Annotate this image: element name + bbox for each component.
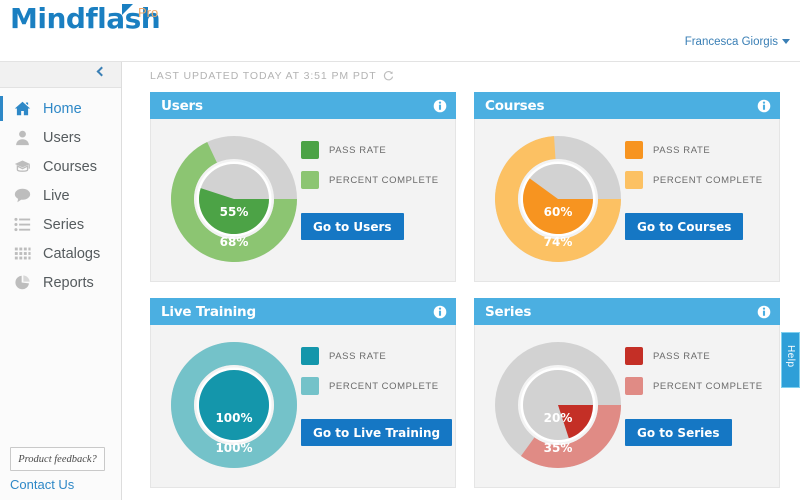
sidebar-item-users[interactable]: Users	[0, 123, 121, 152]
sidebar-item-series[interactable]: Series	[0, 210, 121, 239]
legend-label: PASS RATE	[653, 144, 711, 156]
info-icon[interactable]	[757, 305, 771, 319]
dashboard-card: Courses 60% 74% PASS RATE PERCENT COMPLE…	[474, 92, 780, 282]
user-icon	[14, 129, 31, 146]
card-title: Series	[485, 303, 532, 320]
card-action-button[interactable]: Go to Live Training	[301, 419, 453, 446]
legend-item-pass-rate: PASS RATE	[625, 141, 763, 159]
sidebar-item-label: Series	[43, 216, 85, 233]
card-action-button[interactable]: Go to Users	[301, 213, 404, 240]
main-content: LAST UPDATED TODAY AT 3:51 PM PDT Users	[123, 62, 800, 500]
info-icon[interactable]	[433, 99, 447, 113]
card-body: 55% 68% PASS RATE PERCENT COMPLETE Go to…	[150, 119, 456, 282]
last-updated-status: LAST UPDATED TODAY AT 3:51 PM PDT	[150, 70, 394, 82]
sidebar-collapse-button[interactable]	[0, 62, 121, 88]
card-body: 20% 35% PASS RATE PERCENT COMPLETE Go to…	[474, 325, 780, 488]
home-icon	[14, 100, 31, 117]
sidebar-item-live[interactable]: Live	[0, 181, 121, 210]
sidebar-item-home[interactable]: Home	[0, 94, 121, 123]
legend-item-percent-complete: PERCENT COMPLETE	[301, 171, 439, 189]
legend-item-pass-rate: PASS RATE	[625, 347, 763, 365]
legend-swatch	[301, 377, 319, 395]
legend-item-percent-complete: PERCENT COMPLETE	[625, 171, 763, 189]
legend-label: PERCENT COMPLETE	[329, 380, 439, 392]
list-icon	[14, 216, 31, 233]
dashboard-card: Live Training 100% 100% PASS RATE PERCEN…	[150, 298, 456, 488]
sidebar: Home Users Courses Live Series Catalogs …	[0, 62, 122, 500]
legend-swatch	[301, 347, 319, 365]
sidebar-item-label: Users	[43, 129, 81, 146]
sidebar-item-label: Catalogs	[43, 245, 101, 262]
sidebar-nav: Home Users Courses Live Series Catalogs …	[0, 88, 121, 297]
card-header: Users	[150, 92, 456, 119]
sidebar-item-label: Reports	[43, 274, 94, 291]
chart-legend: PASS RATE PERCENT COMPLETE	[625, 347, 763, 407]
refresh-icon[interactable]	[383, 70, 394, 81]
legend-swatch	[625, 141, 643, 159]
info-icon[interactable]	[433, 305, 447, 319]
last-updated-text: LAST UPDATED TODAY AT 3:51 PM PDT	[150, 70, 377, 82]
graduation-cap-icon	[14, 158, 31, 175]
help-tab[interactable]: Help	[781, 332, 800, 388]
sidebar-item-reports[interactable]: Reports	[0, 268, 121, 297]
card-body: 60% 74% PASS RATE PERCENT COMPLETE Go to…	[474, 119, 780, 282]
card-header: Live Training	[150, 298, 456, 325]
legend-swatch	[625, 377, 643, 395]
user-menu[interactable]: Francesca Giorgis	[685, 36, 790, 48]
chevron-down-icon	[782, 39, 790, 45]
card-action-button[interactable]: Go to Series	[625, 419, 732, 446]
legend-item-pass-rate: PASS RATE	[301, 347, 439, 365]
card-action-button[interactable]: Go to Courses	[625, 213, 744, 240]
legend-swatch	[625, 171, 643, 189]
legend-item-pass-rate: PASS RATE	[301, 141, 439, 159]
dashboard-card: Series 20% 35% PASS RATE PERCENT COMPLET…	[474, 298, 780, 488]
sidebar-item-label: Home	[43, 100, 82, 117]
sidebar-item-courses[interactable]: Courses	[0, 152, 121, 181]
legend-item-percent-complete: PERCENT COMPLETE	[301, 377, 439, 395]
legend-swatch	[301, 141, 319, 159]
card-title: Users	[161, 97, 203, 114]
legend-label: PASS RATE	[653, 350, 711, 362]
card-header: Courses	[474, 92, 780, 119]
user-menu-label: Francesca Giorgis	[684, 36, 778, 48]
legend-item-percent-complete: PERCENT COMPLETE	[625, 377, 763, 395]
card-header: Series	[474, 298, 780, 325]
legend-label: PERCENT COMPLETE	[329, 174, 439, 186]
donut-chart: 20% 35%	[491, 335, 631, 482]
pie-chart-icon	[14, 274, 31, 291]
card-title: Courses	[485, 97, 545, 114]
logo-pro-badge: Pro	[138, 5, 159, 20]
contact-us-link[interactable]: Contact Us	[10, 477, 74, 492]
top-bar: Mindflash Pro Francesca Giorgis	[0, 0, 800, 62]
legend-label: PERCENT COMPLETE	[653, 174, 763, 186]
sidebar-item-catalogs[interactable]: Catalogs	[0, 239, 121, 268]
card-title: Live Training	[161, 303, 256, 320]
legend-label: PASS RATE	[329, 350, 387, 362]
chart-legend: PASS RATE PERCENT COMPLETE	[301, 141, 439, 201]
info-icon[interactable]	[757, 99, 771, 113]
chart-legend: PASS RATE PERCENT COMPLETE	[301, 347, 439, 407]
chart-legend: PASS RATE PERCENT COMPLETE	[625, 141, 763, 201]
chevron-left-icon	[96, 66, 107, 77]
legend-swatch	[301, 171, 319, 189]
legend-label: PERCENT COMPLETE	[653, 380, 763, 392]
sidebar-item-label: Courses	[43, 158, 97, 175]
help-tab-label: Help	[785, 345, 796, 368]
legend-swatch	[625, 347, 643, 365]
sidebar-item-label: Live	[43, 187, 70, 204]
legend-label: PASS RATE	[329, 144, 387, 156]
product-feedback-button[interactable]: Product feedback?	[10, 447, 105, 471]
donut-chart: 55% 68%	[167, 129, 307, 276]
card-body: 100% 100% PASS RATE PERCENT COMPLETE Go …	[150, 325, 456, 488]
chat-bubble-icon	[14, 187, 31, 204]
donut-chart: 60% 74%	[491, 129, 631, 276]
dashboard-card: Users 55% 68% PASS RATE PERCENT COMPLETE…	[150, 92, 456, 282]
donut-chart: 100% 100%	[167, 335, 307, 482]
logo-swoosh-icon	[122, 4, 133, 15]
grid-icon	[14, 245, 31, 262]
